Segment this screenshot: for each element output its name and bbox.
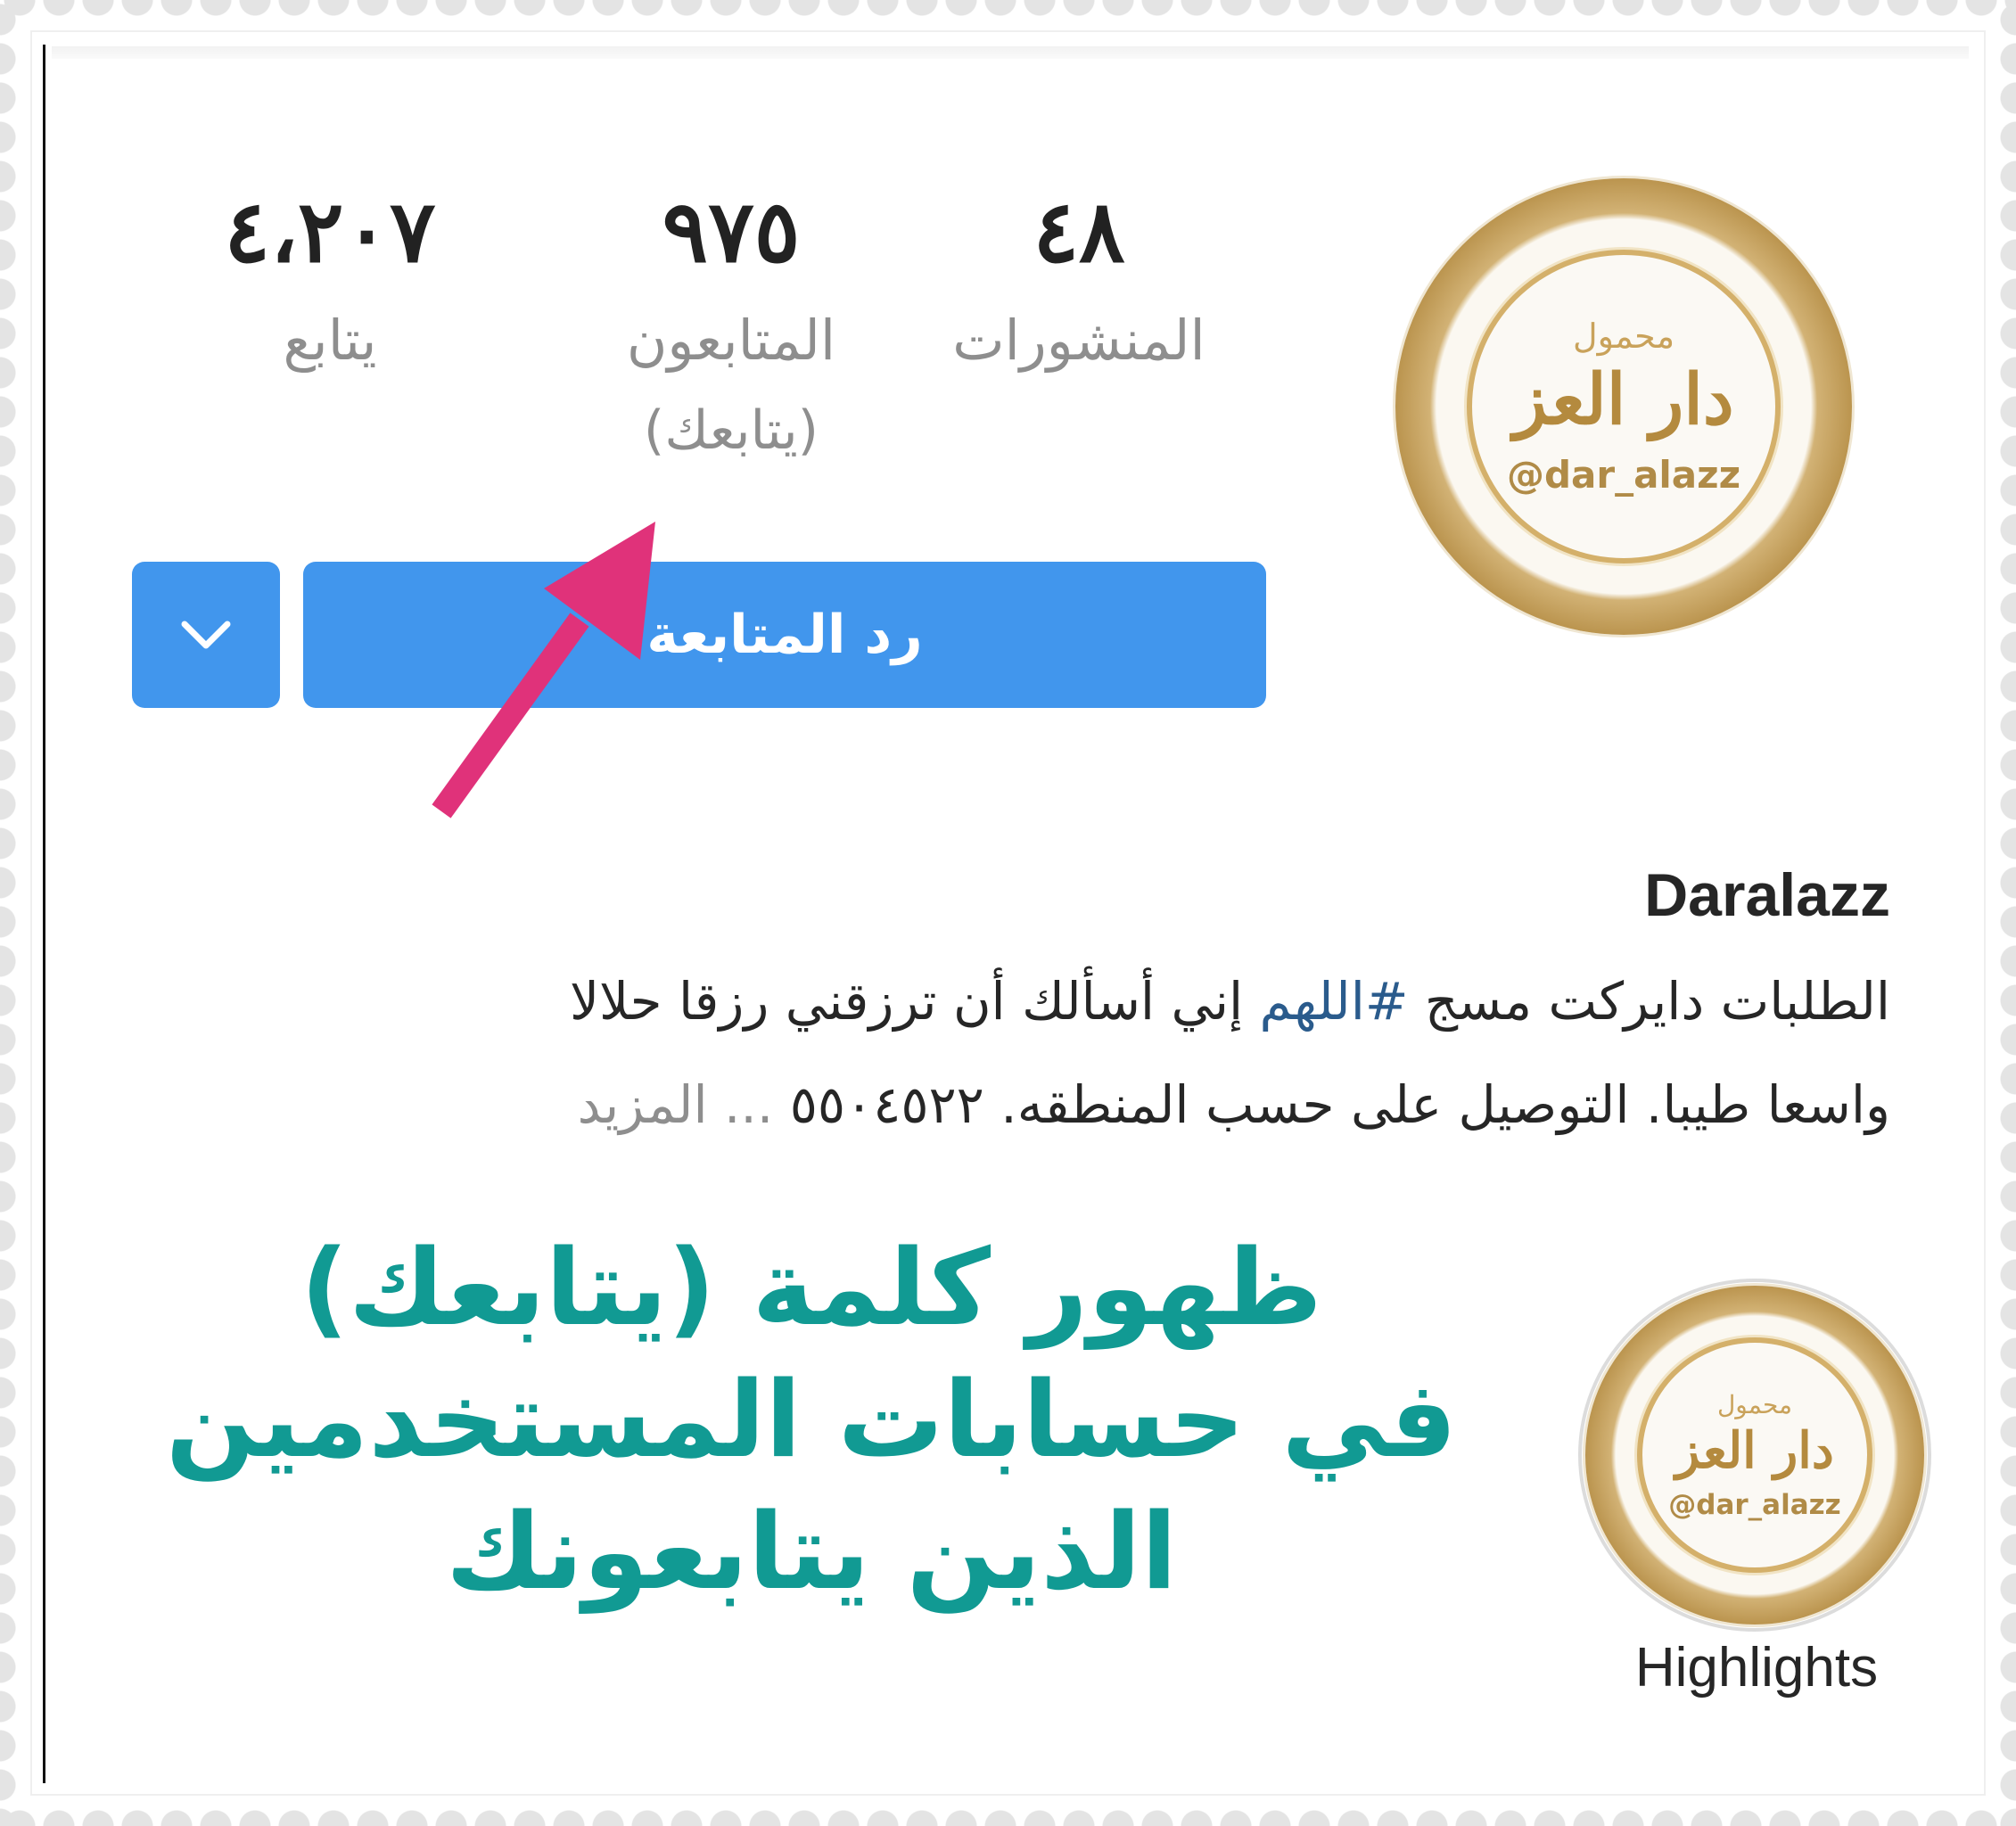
bio-text-1: الطلبات دايركت مسج [1408,971,1890,1032]
username: Daralazz [1644,861,1890,929]
highlight-avatar[interactable]: محمول دار العز @dar_alazz [1585,1286,1924,1624]
profile-avatar[interactable]: محمول دار العز @dar_alazz [1395,178,1852,635]
following-count: ٤،٢٠٧ [224,181,436,282]
stat-posts[interactable]: ٤٨ المنشورات [927,183,1230,381]
caption-line-1: ظهور كلمة (يتابعك) [300,1226,1322,1349]
logo-top-text: محمول [1572,317,1675,356]
annotation-caption: ظهور كلمة (يتابعك) في حسابات المستخدمين … [116,1221,1507,1617]
bio-more-link[interactable]: ... المزيد [578,1074,774,1135]
stat-followers[interactable]: ٩٧٥ المتابعون (يتابعك) [553,183,909,466]
follows-you-label: (يتابعك) [643,399,819,462]
logo-main-text: دار العز [1513,359,1734,440]
top-divider [52,46,1969,59]
bio-text-2: إني أسألك أن ترزقني رزقا حلالا [569,971,1260,1032]
bio-line-1: الطلبات دايركت مسج #اللهم إني أسألك أن ت… [294,950,1890,1053]
highlight-label[interactable]: Highlights [1569,1636,1944,1699]
highlight-logo-handle: @dar_alazz [1668,1488,1841,1521]
chevron-down-icon [181,621,231,649]
followers-label: المتابعون [626,308,836,373]
dropdown-button[interactable] [132,562,280,708]
left-divider [43,45,45,1783]
bio: الطلبات دايركت مسج #اللهم إني أسألك أن ت… [294,950,1890,1156]
posts-count: ٤٨ [1033,181,1125,282]
logo-handle-text: @dar_alazz [1506,453,1741,497]
bio-text-3: واسعا طيبا. التوصيل على حسب المنطقه. ٥٥٠… [789,1074,1890,1135]
following-label: يتابع [283,308,377,373]
caption-line-3: الذين يتابعونك [445,1490,1178,1613]
bio-line-2: واسعا طيبا. التوصيل على حسب المنطقه. ٥٥٠… [294,1053,1890,1156]
bio-hashtag[interactable]: #اللهم [1260,971,1409,1032]
highlight-logo-top: محمول [1716,1389,1793,1419]
avatar-logo: محمول دار العز @dar_alazz [1472,255,1775,558]
posts-label: المنشورات [952,308,1205,373]
caption-line-2: في حسابات المستخدمين [165,1358,1458,1481]
stat-following[interactable]: ٤،٢٠٧ يتابع [205,183,455,381]
highlight-logo-main: دار العز [1675,1420,1834,1480]
arrow-icon [432,522,655,818]
followers-count: ٩٧٥ [662,181,801,282]
highlight-logo: محمول دار العز @dar_alazz [1642,1343,1867,1567]
